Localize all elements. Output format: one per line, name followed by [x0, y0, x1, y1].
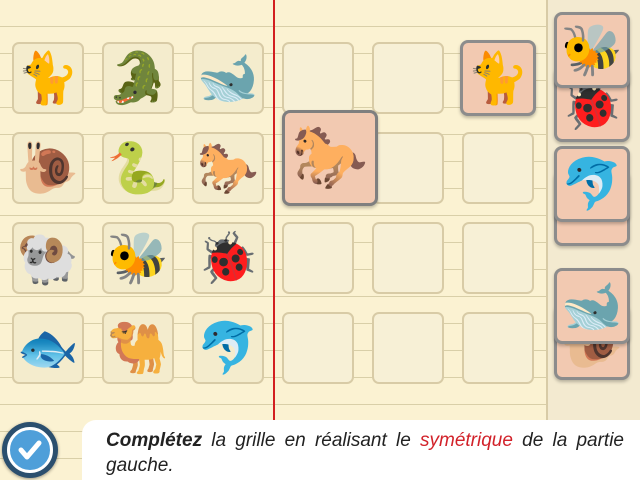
dolphin-icon: 🐬 — [560, 156, 624, 212]
grid-cell-ladybug: 🐞 — [192, 222, 264, 294]
cat-icon: 🐈 — [16, 50, 80, 106]
drop-cell-r4c3[interactable] — [462, 312, 534, 384]
drop-cell-r3c2[interactable] — [372, 222, 444, 294]
cat-icon: 🐈 — [466, 50, 530, 106]
whale-icon: 🐋 — [560, 278, 624, 334]
validate-button-ring — [7, 427, 53, 473]
whale-icon: 🐋 — [196, 50, 260, 106]
drop-cell-r2c3[interactable] — [462, 132, 534, 204]
fish-icon: 🐟 — [16, 320, 80, 376]
ram-icon: 🐏 — [16, 230, 80, 286]
drop-cell-r1c2[interactable] — [372, 42, 444, 114]
grid-cell-camel: 🐫 — [102, 312, 174, 384]
instruction-bold: Complétez — [106, 430, 203, 451]
grid-cell-snail: 🐌 — [12, 132, 84, 204]
snake-icon: 🐍 — [106, 140, 170, 196]
drop-cell-r4c1[interactable] — [282, 312, 354, 384]
placed-tile-cat[interactable]: 🐈 — [460, 40, 536, 116]
drop-cell-r1c1[interactable] — [282, 42, 354, 114]
grid-cell-cat: 🐈 — [12, 42, 84, 114]
validate-button[interactable] — [2, 422, 58, 478]
margin-line — [273, 0, 275, 420]
grid-cell-crocodile: 🐊 — [102, 42, 174, 114]
instruction-part1: la grille en réalisant le — [202, 430, 420, 451]
grid-cell-horse: 🐎 — [192, 132, 264, 204]
instruction-text: Complétez la grille en réalisant le symé… — [82, 420, 640, 480]
checkmark-icon — [18, 440, 42, 460]
grid-cell-snake: 🐍 — [102, 132, 174, 204]
tray-tile-dolphin[interactable]: 🐬 — [554, 146, 630, 222]
bee-icon: 🐝 — [106, 230, 170, 286]
bee-icon: 🐝 — [560, 22, 624, 78]
snail-icon: 🐌 — [16, 140, 80, 196]
grid-cell-dolphin: 🐬 — [192, 312, 264, 384]
grid-cell-whale: 🐋 — [192, 42, 264, 114]
tray-tile-whale[interactable]: 🐋 — [554, 268, 630, 344]
dolphin-icon: 🐬 — [196, 320, 260, 376]
horse-icon: 🐎 — [196, 140, 260, 196]
grid-cell-fish: 🐟 — [12, 312, 84, 384]
grid-cell-bee: 🐝 — [102, 222, 174, 294]
horse-icon: 🐎 — [291, 123, 369, 192]
drop-cell-r4c2[interactable] — [372, 312, 444, 384]
drop-cell-r3c1[interactable] — [282, 222, 354, 294]
ladybug-icon: 🐞 — [196, 230, 260, 286]
camel-icon: 🐫 — [106, 320, 170, 376]
grid-cell-ram: 🐏 — [12, 222, 84, 294]
drop-cell-r3c3[interactable] — [462, 222, 534, 294]
drop-cell-r2c2[interactable] — [372, 132, 444, 204]
crocodile-icon: 🐊 — [106, 50, 170, 106]
instruction-highlight: symétrique — [420, 430, 513, 451]
tray-tile-bee[interactable]: 🐝 — [554, 12, 630, 88]
dragged-tile-horse[interactable]: 🐎 — [282, 110, 378, 206]
